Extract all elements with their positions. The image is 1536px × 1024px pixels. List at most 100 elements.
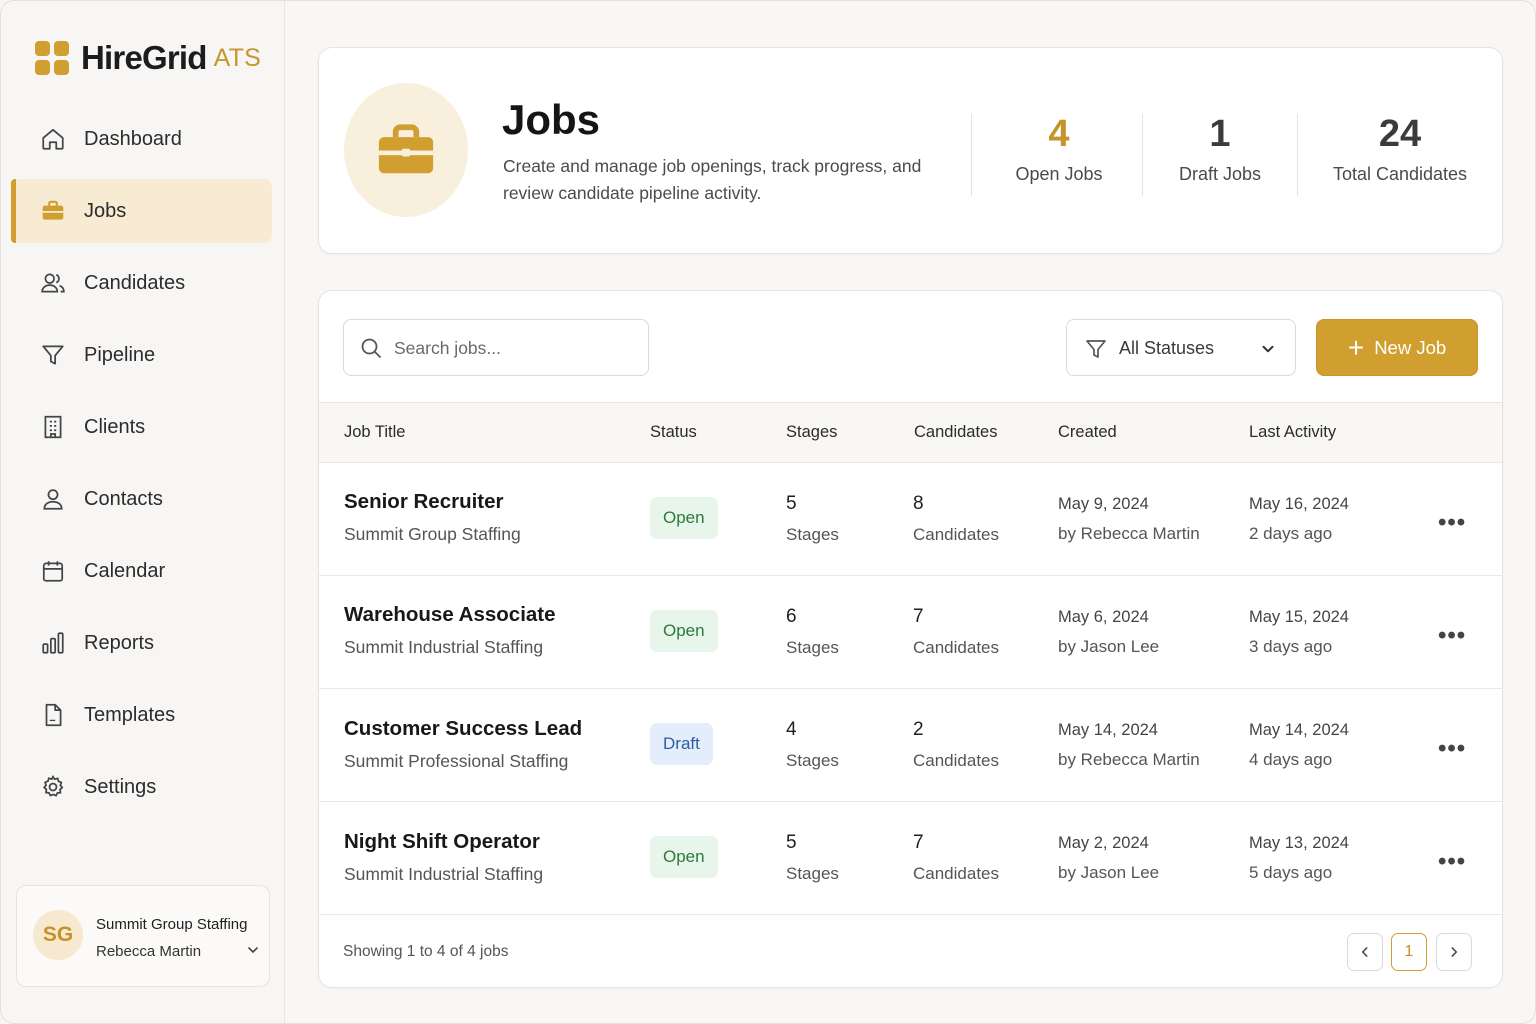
table-row[interactable]: Customer Success Lead Summit Professiona… bbox=[319, 689, 1502, 802]
stat-total-candidates: 24 Total Candidates bbox=[1325, 110, 1475, 185]
app-window: HireGrid ATS Dashboard Jobs Candidates P… bbox=[0, 0, 1536, 1024]
stages-label: Stages bbox=[786, 751, 839, 770]
page-title: Jobs bbox=[502, 96, 601, 143]
jobs-table-card: All Statuses + New Job Job Title Status … bbox=[318, 290, 1503, 988]
user-name: Rebecca Martin bbox=[96, 943, 202, 960]
sidebar-item-candidates[interactable]: Candidates bbox=[11, 251, 272, 315]
status-badge: Open bbox=[650, 497, 718, 539]
status-badge: Open bbox=[650, 836, 718, 878]
sidebar-item-calendar[interactable]: Calendar bbox=[11, 539, 272, 603]
stages-count: 4 bbox=[786, 719, 797, 740]
sidebar-item-clients[interactable]: Clients bbox=[11, 395, 272, 459]
created-by: by Rebecca Martin bbox=[1058, 524, 1200, 543]
candidates-count: 7 bbox=[913, 832, 924, 853]
created-date: May 14, 2024 bbox=[1058, 721, 1158, 739]
logo-mark-icon bbox=[35, 41, 69, 75]
job-client: Summit Industrial Staffing bbox=[344, 637, 544, 657]
search-box[interactable] bbox=[343, 319, 649, 376]
gear-icon bbox=[39, 773, 67, 801]
row-menu-icon[interactable]: ••• bbox=[1438, 622, 1466, 650]
page-1-button[interactable]: 1 bbox=[1391, 933, 1427, 971]
next-page-button[interactable] bbox=[1436, 933, 1472, 971]
created-by: by Jason Lee bbox=[1058, 637, 1160, 656]
candidates-label: Candidates bbox=[913, 638, 1000, 657]
table-row[interactable]: Night Shift Operator Summit Industrial S… bbox=[319, 802, 1502, 915]
divider bbox=[1297, 114, 1298, 196]
sidebar-item-label: Dashboard bbox=[84, 127, 182, 150]
search-input[interactable] bbox=[394, 332, 634, 364]
job-title-link[interactable]: Warehouse Associate bbox=[344, 603, 556, 627]
last-activity-ago: 3 days ago bbox=[1249, 637, 1333, 656]
sidebar-item-label: Reports bbox=[84, 631, 155, 654]
chevron-left-icon bbox=[1361, 947, 1368, 957]
last-activity-ago: 4 days ago bbox=[1249, 750, 1333, 769]
created-date: May 6, 2024 bbox=[1058, 608, 1149, 626]
column-header-job-title[interactable]: Job Title bbox=[344, 423, 405, 442]
last-activity-ago: 5 days ago bbox=[1249, 863, 1333, 882]
row-menu-icon[interactable]: ••• bbox=[1438, 509, 1466, 537]
row-menu-icon[interactable]: ••• bbox=[1438, 735, 1466, 763]
table-header: Job Title Status Stages Candidates Creat… bbox=[319, 402, 1502, 463]
sidebar-item-reports[interactable]: Reports bbox=[11, 611, 272, 675]
sidebar-item-settings[interactable]: Settings bbox=[11, 755, 272, 819]
stages-label: Stages bbox=[786, 864, 839, 883]
search-icon bbox=[361, 338, 381, 358]
table-row[interactable]: Warehouse Associate Summit Industrial St… bbox=[319, 576, 1502, 689]
stages-label: Stages bbox=[786, 638, 839, 657]
sidebar-item-label: Candidates bbox=[84, 271, 186, 294]
column-header-stages[interactable]: Stages bbox=[786, 423, 837, 442]
stat-open-jobs: 4 Open Jobs bbox=[1009, 110, 1109, 185]
created-date: May 2, 2024 bbox=[1058, 834, 1149, 852]
divider bbox=[1142, 114, 1143, 196]
candidates-count: 7 bbox=[913, 606, 924, 627]
chevron-down-icon[interactable] bbox=[245, 942, 261, 958]
sidebar-item-contacts[interactable]: Contacts bbox=[11, 467, 272, 531]
row-menu-icon[interactable]: ••• bbox=[1438, 848, 1466, 876]
sidebar-item-jobs[interactable]: Jobs bbox=[11, 179, 272, 243]
job-title-link[interactable]: Customer Success Lead bbox=[344, 717, 582, 741]
sidebar: HireGrid ATS Dashboard Jobs Candidates P… bbox=[1, 1, 285, 1023]
candidates-label: Candidates bbox=[913, 751, 1000, 770]
job-title-link[interactable]: Senior Recruiter bbox=[344, 490, 521, 514]
stages-count: 6 bbox=[786, 606, 797, 627]
funnel-icon bbox=[39, 341, 67, 369]
column-header-candidates[interactable]: Candidates bbox=[914, 423, 997, 442]
sidebar-item-dashboard[interactable]: Dashboard bbox=[11, 107, 272, 171]
candidates-count: 2 bbox=[913, 719, 924, 740]
created-by: by Jason Lee bbox=[1058, 863, 1160, 882]
created-date: May 9, 2024 bbox=[1058, 495, 1149, 513]
brand-name: HireGrid bbox=[81, 39, 207, 76]
sidebar-item-label: Jobs bbox=[84, 199, 127, 222]
sidebar-item-label: Pipeline bbox=[84, 343, 156, 366]
last-activity-date: May 13, 2024 bbox=[1249, 834, 1349, 852]
stages-count: 5 bbox=[786, 832, 797, 853]
table-row[interactable]: Senior Recruiter Summit Group Staffing O… bbox=[319, 463, 1502, 576]
sidebar-item-pipeline[interactable]: Pipeline bbox=[11, 323, 272, 387]
new-job-button[interactable]: + New Job bbox=[1316, 319, 1478, 376]
job-title-link[interactable]: Night Shift Operator bbox=[344, 830, 543, 854]
org-switcher[interactable]: SG Summit Group Staffing Rebecca Martin bbox=[16, 885, 270, 987]
column-header-created[interactable]: Created bbox=[1058, 423, 1117, 442]
sidebar-item-label: Templates bbox=[84, 703, 176, 726]
prev-page-button[interactable] bbox=[1347, 933, 1383, 971]
sidebar-item-templates[interactable]: Templates bbox=[11, 683, 272, 747]
org-name: Summit Group Staffing bbox=[96, 916, 248, 933]
job-client: Summit Professional Staffing bbox=[344, 751, 569, 771]
stages-label: Stages bbox=[786, 525, 839, 544]
document-icon bbox=[39, 701, 67, 729]
candidates-count: 8 bbox=[913, 493, 924, 514]
last-activity-ago: 2 days ago bbox=[1249, 524, 1333, 543]
users-icon bbox=[39, 269, 67, 297]
column-header-last-activity[interactable]: Last Activity bbox=[1249, 423, 1336, 442]
sidebar-item-label: Settings bbox=[84, 775, 157, 798]
column-header-status[interactable]: Status bbox=[650, 423, 697, 442]
stat-label: Total Candidates bbox=[1332, 164, 1468, 184]
sidebar-nav: Dashboard Jobs Candidates Pipeline Clien… bbox=[11, 107, 272, 827]
stages-count: 5 bbox=[786, 493, 797, 514]
funnel-icon bbox=[1086, 340, 1106, 358]
chevron-right-icon bbox=[1451, 947, 1458, 957]
candidates-label: Candidates bbox=[913, 864, 1000, 883]
status-filter-select[interactable]: All Statuses bbox=[1066, 319, 1296, 376]
logo[interactable]: HireGrid ATS bbox=[35, 39, 261, 77]
building-icon bbox=[39, 413, 67, 441]
